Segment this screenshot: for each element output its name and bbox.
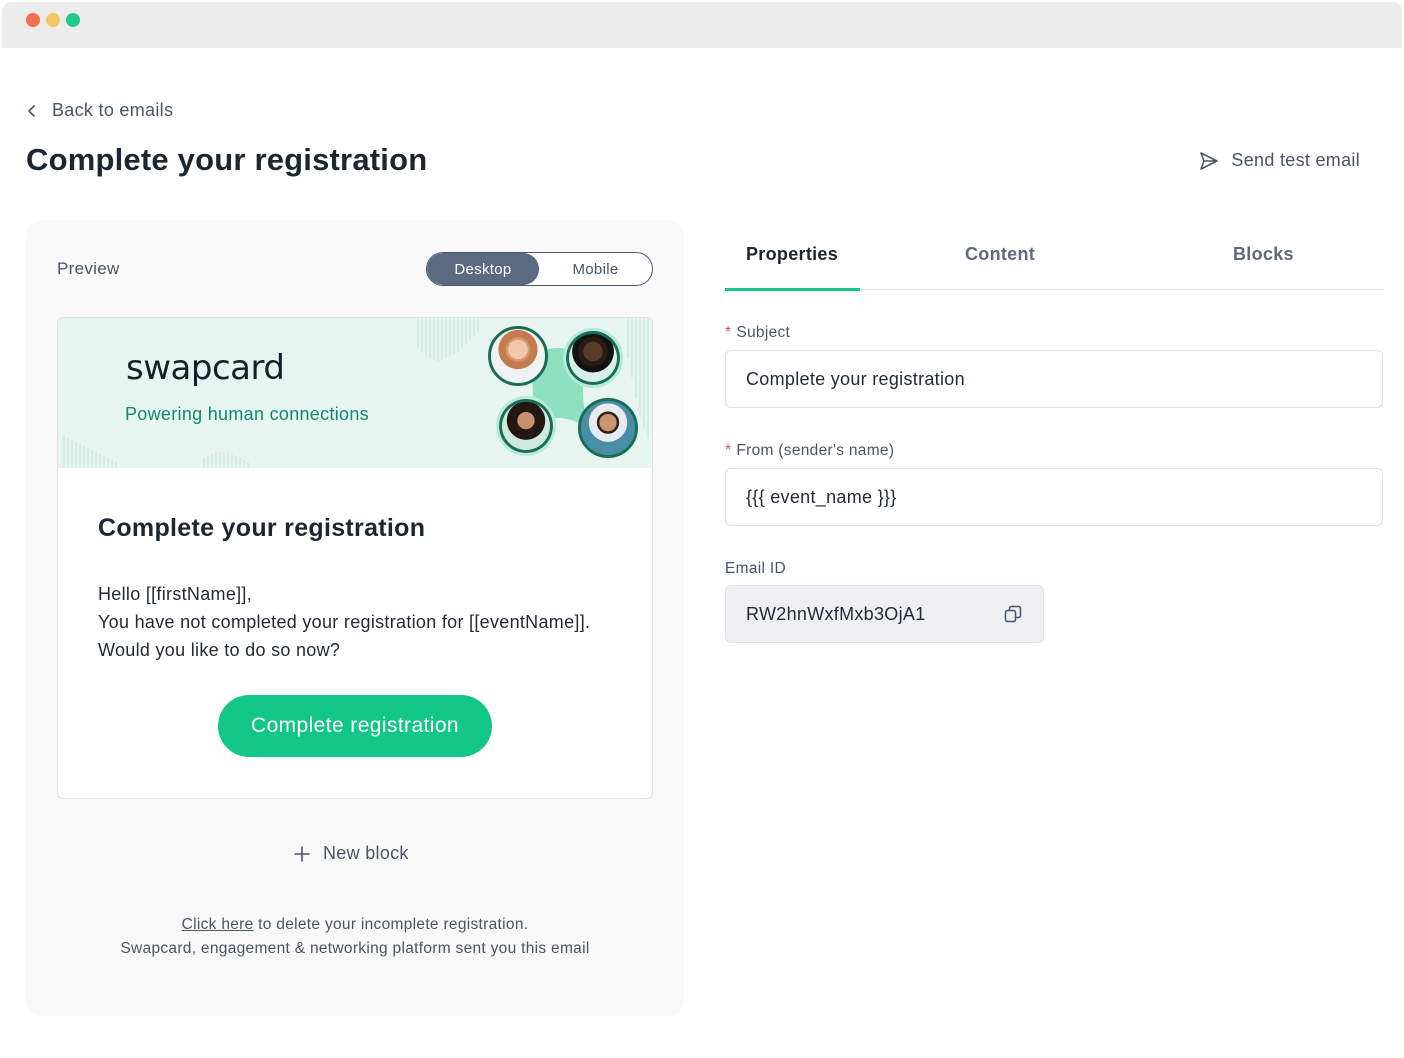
new-block-button[interactable]: New block bbox=[293, 843, 409, 864]
send-icon bbox=[1200, 151, 1219, 170]
desktop-toggle-option[interactable]: Desktop bbox=[427, 253, 539, 285]
tab-blocks[interactable]: Blocks bbox=[1233, 244, 1294, 265]
required-marker: * bbox=[725, 324, 732, 341]
maximize-window-dot[interactable] bbox=[66, 13, 80, 27]
email-body-line: Would you like to do so now? bbox=[98, 640, 341, 660]
chevron-left-icon bbox=[28, 104, 35, 117]
mobile-toggle-option[interactable]: Mobile bbox=[539, 253, 652, 285]
subject-label: * Subject bbox=[725, 324, 790, 342]
banner-stripes-decoration bbox=[63, 318, 649, 468]
email-body-line: Hello [[firstName]], bbox=[98, 584, 253, 604]
email-id-label: Email ID bbox=[725, 560, 786, 577]
new-block-label: New block bbox=[323, 843, 409, 863]
back-link-label: Back to emails bbox=[52, 100, 174, 120]
attendee-avatar-1 bbox=[488, 326, 548, 386]
footer-delete-text: to delete your incomplete registration. bbox=[253, 916, 529, 933]
swapcard-logo: swapcard bbox=[126, 348, 285, 388]
from-label-text: From (sender's name) bbox=[736, 442, 895, 459]
from-label: * From (sender's name) bbox=[725, 442, 894, 460]
close-window-dot[interactable] bbox=[26, 13, 40, 27]
copy-icon[interactable] bbox=[1003, 604, 1023, 624]
tab-content[interactable]: Content bbox=[965, 244, 1035, 265]
email-banner: swapcard Powering human connections bbox=[58, 318, 652, 468]
active-tab-indicator bbox=[725, 288, 860, 291]
email-id-value: RW2hnWxfMxb3OjA1 bbox=[746, 603, 926, 624]
preview-label: Preview bbox=[57, 259, 120, 278]
send-test-email-button[interactable]: Send test email bbox=[1199, 150, 1360, 171]
subject-label-text: Subject bbox=[736, 324, 791, 341]
preview-panel: Preview Desktop Mobile swapcard Powering… bbox=[26, 220, 684, 1016]
minimize-window-dot[interactable] bbox=[46, 13, 60, 27]
email-body-line: You have not completed your registration… bbox=[98, 612, 591, 632]
email-footer-delete-notice: Click here to delete your incomplete reg… bbox=[26, 916, 684, 934]
plus-icon bbox=[294, 845, 310, 862]
back-to-emails-link[interactable]: Back to emails bbox=[26, 100, 173, 121]
from-name-input[interactable]: {{{ event_name }}} bbox=[725, 468, 1383, 526]
email-heading: Complete your registration bbox=[98, 514, 426, 542]
attendee-avatar-2 bbox=[563, 328, 623, 388]
attendee-avatar-4 bbox=[578, 398, 638, 458]
tab-properties[interactable]: Properties bbox=[746, 244, 838, 265]
page-title: Complete your registration bbox=[26, 142, 428, 177]
complete-registration-button[interactable]: Complete registration bbox=[218, 695, 492, 757]
banner-tagline: Powering human connections bbox=[125, 404, 369, 424]
device-toggle: Desktop Mobile bbox=[426, 252, 653, 286]
email-footer-sender-notice: Swapcard, engagement & networking platfo… bbox=[120, 940, 590, 957]
click-here-link[interactable]: Click here bbox=[182, 916, 254, 933]
window-titlebar bbox=[2, 2, 1402, 48]
settings-tabs: Properties Content Blocks bbox=[725, 236, 1384, 291]
attendee-avatar-3 bbox=[496, 396, 556, 456]
email-body-text: Hello [[firstName]], You have not comple… bbox=[98, 580, 590, 664]
required-marker: * bbox=[725, 442, 732, 459]
subject-input[interactable]: Complete your registration bbox=[725, 350, 1383, 408]
email-id-field: RW2hnWxfMxb3OjA1 bbox=[725, 585, 1044, 643]
email-preview-card: swapcard Powering human connections Comp… bbox=[57, 317, 653, 799]
send-test-label: Send test email bbox=[1231, 150, 1360, 170]
